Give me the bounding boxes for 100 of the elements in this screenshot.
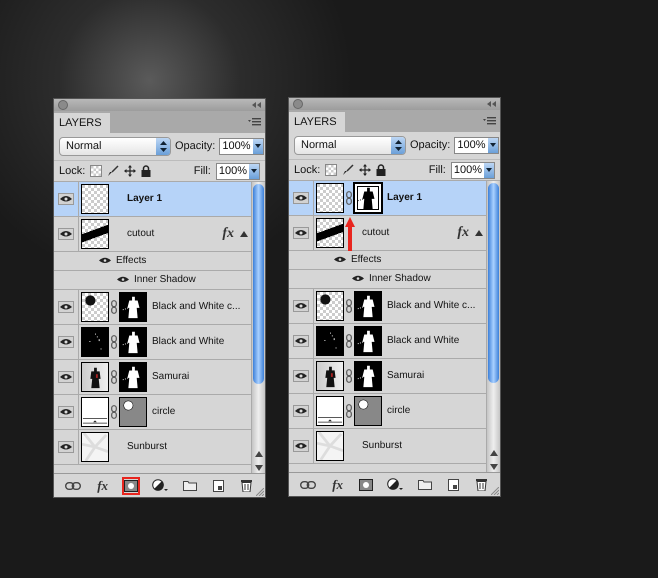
dropdown-arrow-icon (490, 143, 496, 148)
lock-icon[interactable] (376, 164, 386, 176)
brush-icon[interactable] (342, 164, 354, 176)
effect-name: Inner Shadow (134, 274, 196, 286)
blend-mode-dropdown[interactable]: Normal (59, 136, 171, 156)
chain-link-icon[interactable] (346, 404, 352, 418)
menu-icon[interactable] (248, 118, 261, 126)
layer-row[interactable]: Sunburst (54, 430, 251, 465)
eye-icon[interactable] (58, 300, 74, 313)
blend-mode-dropdown[interactable]: Normal (294, 136, 406, 155)
layers-tab[interactable]: LAYERS (54, 112, 110, 133)
mask-thumbnail[interactable] (119, 292, 147, 322)
mask-thumbnail[interactable] (354, 396, 382, 426)
opacity-field[interactable]: 100% (219, 138, 264, 155)
up-down-arrows-icon (394, 140, 402, 151)
collapse-icon[interactable] (487, 100, 496, 107)
layer-name: Layer 1 (127, 193, 162, 204)
lock-transparency-icon[interactable] (90, 165, 102, 178)
layer-row[interactable]: Samurai (54, 360, 251, 395)
lock-transparency-icon[interactable] (325, 164, 338, 176)
chain-link-icon[interactable] (346, 368, 352, 383)
eye-icon[interactable] (293, 192, 309, 204)
scrollbar[interactable] (486, 180, 500, 472)
mask-button[interactable] (122, 476, 140, 495)
layer-name: Sunburst (362, 440, 402, 452)
layer-row[interactable]: Black and White (289, 324, 486, 359)
move-icon[interactable] (359, 164, 372, 176)
add-style-button[interactable]: fx (328, 476, 347, 494)
mask-thumbnail[interactable] (354, 290, 382, 321)
move-icon[interactable] (124, 165, 136, 178)
eye-icon[interactable] (58, 192, 74, 205)
scrollbar[interactable] (251, 182, 265, 474)
eye-icon[interactable] (98, 256, 112, 266)
layer-row[interactable]: Samurai (289, 358, 486, 394)
add-style-button[interactable]: fx (94, 476, 112, 495)
mask-thumbnail[interactable] (354, 326, 382, 356)
expand-toggle-icon[interactable] (475, 230, 483, 236)
layer-name: Sunburst (127, 441, 168, 452)
fill-label: Fill: (194, 165, 211, 178)
chain-link-icon[interactable] (111, 404, 117, 419)
chain-link-icon[interactable] (111, 334, 117, 349)
opacity-field[interactable]: 100% (454, 136, 498, 154)
layers-tab[interactable]: LAYERS (289, 112, 345, 132)
layer-name: Samurai (152, 371, 190, 382)
layer-row[interactable]: circle (289, 394, 486, 429)
layer-row[interactable]: Black and White c... (289, 288, 486, 324)
mask-thumbnail[interactable] (119, 326, 147, 357)
layer-row[interactable]: circle (54, 394, 251, 430)
fill-field[interactable]: 100% (450, 162, 495, 179)
eye-icon[interactable] (333, 255, 347, 264)
eye-icon[interactable] (293, 300, 309, 312)
scroll-arrows-icon[interactable] (490, 450, 498, 470)
layer-name: Black and White c... (387, 300, 476, 312)
eye-icon[interactable] (58, 336, 74, 348)
eye-icon[interactable] (293, 370, 309, 382)
dropdown-arrow-icon (486, 168, 492, 172)
dropdown-arrow-icon (251, 169, 257, 174)
chain-link-icon[interactable] (346, 298, 352, 313)
eye-icon[interactable] (58, 370, 74, 383)
brush-icon[interactable] (107, 165, 120, 178)
eye-icon[interactable] (293, 404, 309, 417)
eye-icon[interactable] (58, 440, 74, 453)
fill-field[interactable]: 100% (216, 162, 260, 180)
layer-row[interactable]: Black and White (54, 324, 251, 360)
up-down-arrows-icon (160, 140, 166, 152)
resize-grip-icon[interactable] (256, 488, 264, 496)
fill-label: Fill: (428, 164, 446, 176)
layer-name: Layer 1 (387, 192, 422, 204)
effects-label: Effects (116, 255, 146, 266)
chain-link-icon[interactable] (346, 334, 352, 348)
eye-icon[interactable] (293, 334, 309, 347)
scroll-arrows-icon[interactable] (254, 451, 262, 472)
eye-icon[interactable] (58, 228, 74, 240)
eye-icon[interactable] (58, 406, 74, 418)
menu-icon[interactable] (483, 116, 496, 125)
mask-thumbnail[interactable] (119, 362, 147, 392)
effects-label: Effects (351, 254, 382, 266)
resize-grip-icon[interactable] (491, 487, 499, 495)
chain-link-icon[interactable] (111, 300, 117, 314)
chain-link-icon[interactable] (346, 190, 352, 205)
fx-label: fx (457, 224, 469, 241)
chain-link-icon[interactable] (111, 370, 117, 384)
layer-row[interactable]: cutout fx (54, 216, 251, 252)
eye-icon[interactable] (293, 440, 309, 452)
mask-thumbnail[interactable] (119, 396, 147, 427)
layer-row[interactable]: Black and White c... (54, 290, 251, 325)
lock-label: Lock: (59, 165, 86, 178)
expand-toggle-icon[interactable] (240, 230, 248, 237)
eye-icon[interactable] (116, 275, 130, 284)
close-icon[interactable] (293, 98, 303, 109)
lock-label: Lock: (294, 164, 320, 176)
eye-icon[interactable] (351, 274, 365, 284)
layer-row[interactable]: Sunburst (289, 428, 486, 464)
eye-icon[interactable] (293, 226, 309, 239)
close-icon[interactable] (58, 100, 68, 110)
mask-thumbnail[interactable] (353, 182, 383, 214)
mask-thumbnail[interactable] (354, 360, 382, 391)
lock-icon[interactable] (141, 165, 152, 178)
collapse-icon[interactable] (252, 102, 261, 108)
layer-name: Black and White c... (152, 301, 240, 312)
